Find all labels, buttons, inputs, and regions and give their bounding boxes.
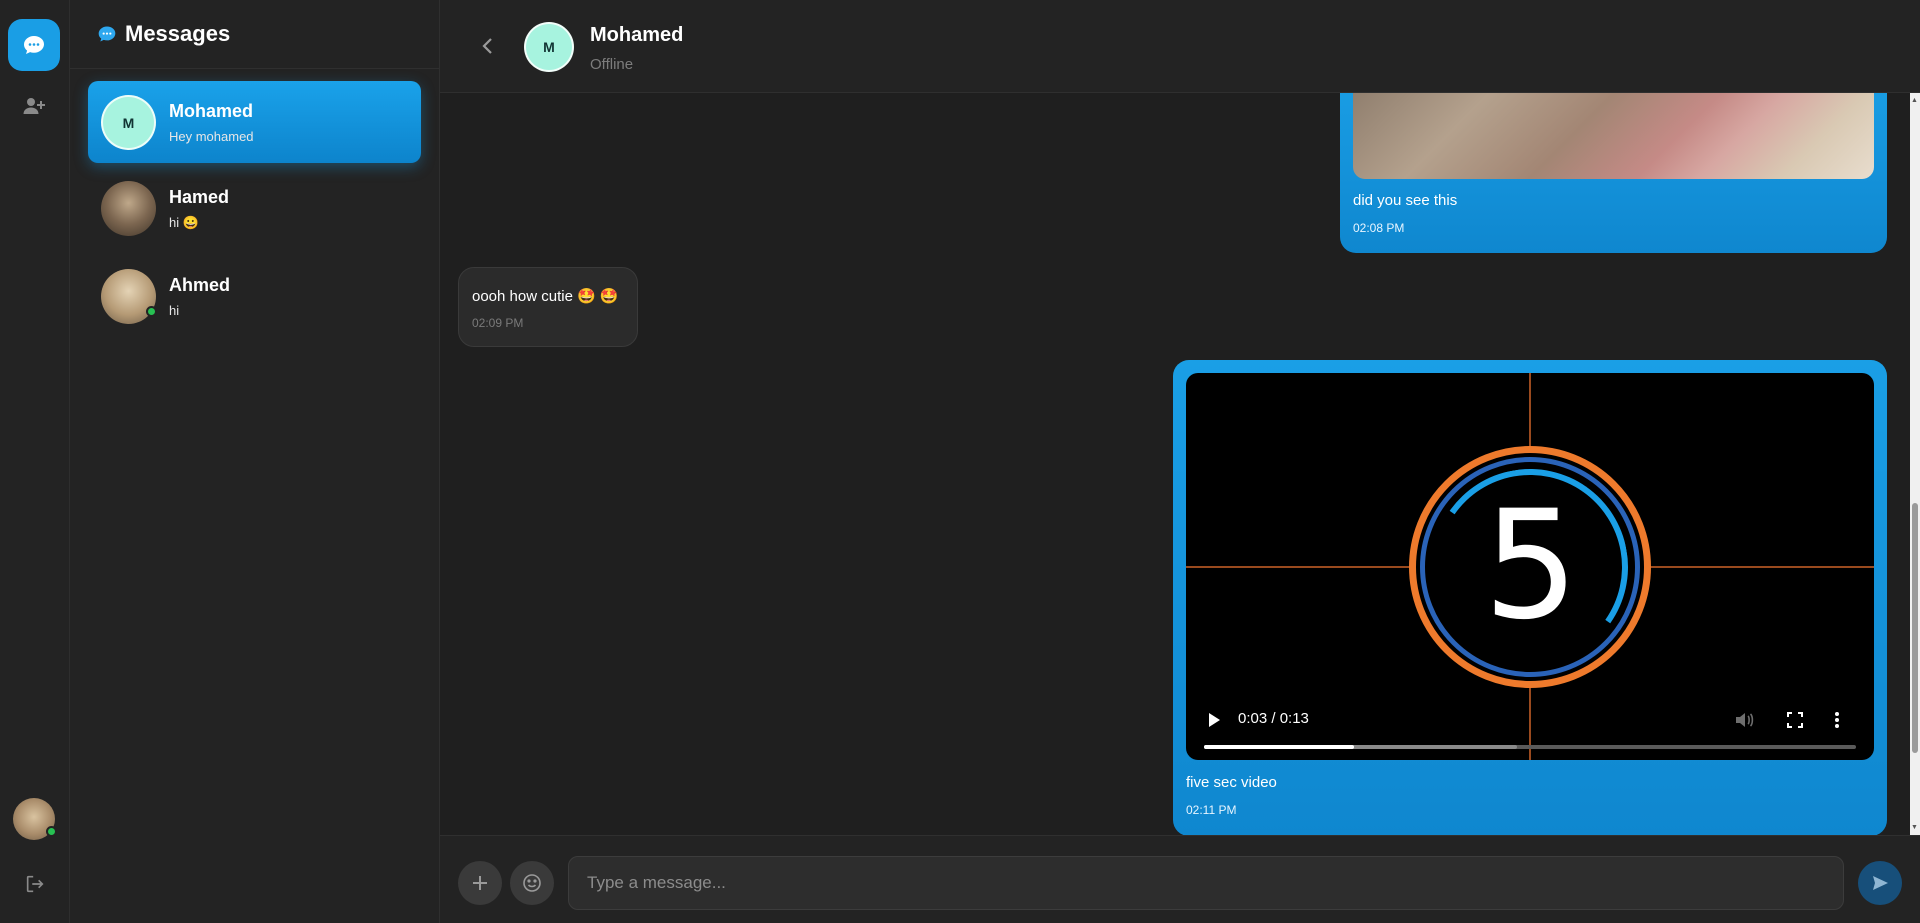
- chat-bubble-icon: [98, 26, 116, 42]
- more-vertical-icon: [1835, 712, 1839, 728]
- video-progress-bar[interactable]: [1204, 745, 1856, 749]
- contact-status: Offline: [590, 56, 634, 73]
- video-player[interactable]: 5 0:03 / 0:13: [1186, 373, 1874, 760]
- chat-panel: M Mohamed Offline did you see this 02:08…: [440, 0, 1920, 923]
- chevron-left-icon: [482, 38, 492, 54]
- volume-button[interactable]: [1734, 711, 1754, 734]
- video-controls: 0:03 / 0:13: [1186, 693, 1874, 760]
- add-contact-button[interactable]: [8, 80, 60, 132]
- chat-bubble-icon: [24, 36, 44, 54]
- message-time: 02:11 PM: [1186, 803, 1237, 817]
- conversation-sidebar: Messages M Mohamed Hey mohamed Hamed hi …: [70, 0, 440, 923]
- message-time: 02:09 PM: [472, 316, 524, 330]
- volume-icon: [1736, 713, 1754, 727]
- sidebar-title: Messages: [125, 21, 231, 46]
- online-indicator: [46, 826, 57, 837]
- avatar: M: [101, 95, 156, 150]
- conversation-name: Ahmed: [169, 275, 231, 295]
- logout-button[interactable]: [20, 869, 50, 899]
- countdown-number: 5: [1483, 479, 1579, 653]
- message-time: 02:08 PM: [1353, 221, 1405, 235]
- message-list[interactable]: did you see this 02:08 PM oooh how cutie…: [440, 93, 1910, 835]
- send-button[interactable]: [1858, 861, 1902, 905]
- message-input[interactable]: [568, 856, 1844, 910]
- conversation-name: Hamed: [169, 187, 230, 207]
- play-icon: [1209, 713, 1220, 727]
- message-text: five sec video: [1186, 774, 1277, 791]
- message-text: did you see this: [1353, 192, 1458, 209]
- emoji-button[interactable]: [510, 861, 554, 905]
- logout-icon: [26, 875, 44, 893]
- conversation-preview: Hey mohamed: [169, 129, 254, 144]
- chat-header: M Mohamed Offline: [440, 0, 1920, 93]
- fullscreen-icon: [1787, 712, 1803, 728]
- back-button[interactable]: [476, 32, 500, 60]
- scrollbar-thumb[interactable]: [1912, 503, 1918, 753]
- more-options-button[interactable]: [1834, 711, 1840, 734]
- app-rail: [0, 0, 70, 923]
- current-user-avatar[interactable]: [13, 798, 57, 840]
- avatar: [101, 181, 156, 236]
- message-text: oooh how cutie 🤩 🤩: [472, 288, 619, 305]
- online-indicator: [146, 306, 157, 317]
- add-user-icon: [23, 98, 45, 114]
- conversation-item-ahmed[interactable]: Ahmed hi: [88, 255, 421, 337]
- video-played: [1204, 745, 1354, 749]
- scroll-up-arrow-icon[interactable]: ▲: [1911, 97, 1918, 104]
- video-time: 0:03 / 0:13: [1238, 710, 1309, 727]
- conversation-preview: hi: [169, 303, 180, 318]
- play-button[interactable]: [1206, 711, 1222, 734]
- conversation-item-mohamed[interactable]: M Mohamed Hey mohamed: [88, 81, 421, 163]
- message-image[interactable]: [1353, 93, 1874, 179]
- messages-nav-button[interactable]: [8, 19, 60, 71]
- message-bubble-received: oooh how cutie 🤩 🤩 02:09 PM: [458, 267, 638, 347]
- contact-name: Mohamed: [590, 24, 684, 46]
- emoji-icon: [523, 874, 541, 892]
- message-composer: [440, 835, 1920, 923]
- fullscreen-button[interactable]: [1786, 711, 1804, 734]
- message-scrollbar[interactable]: ▲ ▼: [1910, 93, 1920, 835]
- plus-icon: [473, 876, 487, 890]
- attach-button[interactable]: [458, 861, 502, 905]
- conversation-name: Mohamed: [169, 101, 254, 121]
- conversation-preview: hi 😀: [169, 215, 199, 230]
- message-bubble-sent: did you see this 02:08 PM: [1340, 93, 1887, 253]
- scroll-down-arrow-icon[interactable]: ▼: [1911, 824, 1918, 831]
- conversation-item-hamed[interactable]: Hamed hi 😀: [88, 167, 421, 249]
- avatar: [101, 269, 157, 324]
- contact-avatar: M: [524, 22, 574, 72]
- message-bubble-sent: 5 0:03 / 0:13 five sec video 02:11 PM: [1173, 360, 1887, 835]
- sidebar-header: Messages: [70, 0, 439, 69]
- send-icon: [1873, 876, 1888, 890]
